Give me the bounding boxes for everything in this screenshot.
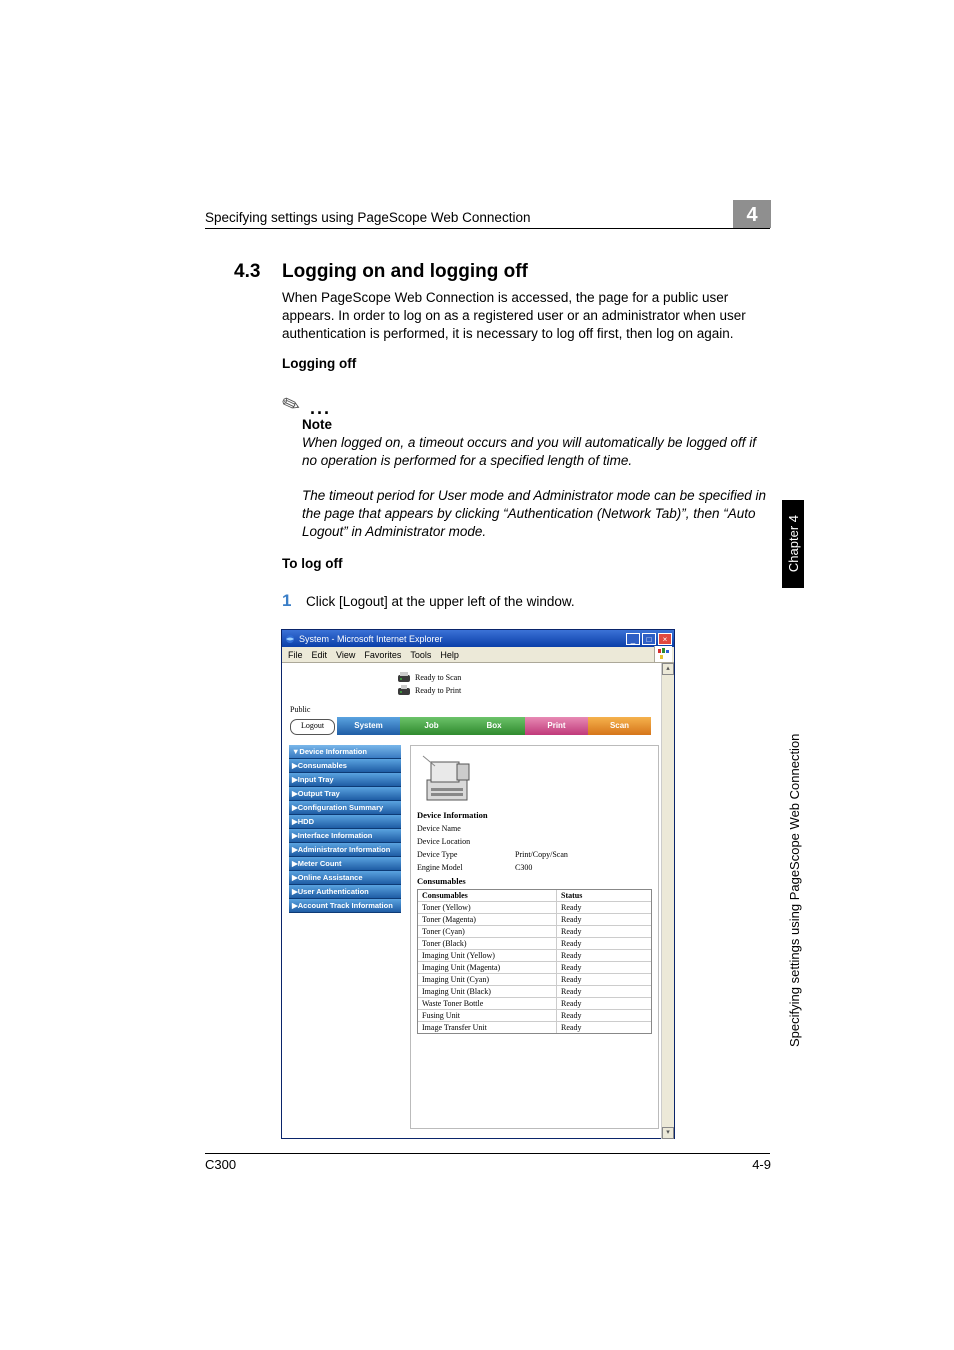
nav-output-tray[interactable]: ▶Output Tray bbox=[289, 787, 401, 801]
nav-hdd[interactable]: ▶HDD bbox=[289, 815, 401, 829]
device-status-block: Ready to Scan Ready to Print bbox=[397, 671, 461, 697]
scanner-icon bbox=[397, 671, 411, 684]
maximize-button[interactable]: □ bbox=[642, 633, 656, 645]
nav-administrator-information[interactable]: ▶Administrator Information bbox=[289, 843, 401, 857]
sidebar-nav: ▼Device Information ▶Consumables ▶Input … bbox=[289, 745, 401, 913]
table-row: Imaging Unit (Cyan)Ready bbox=[418, 973, 651, 985]
scroll-down-button[interactable]: ▾ bbox=[662, 1127, 674, 1139]
tab-scan[interactable]: Scan bbox=[588, 717, 651, 735]
vertical-scrollbar[interactable]: ▴ ▾ bbox=[661, 663, 674, 1139]
tab-job[interactable]: Job bbox=[400, 717, 463, 735]
nav-user-authentication[interactable]: ▶User Authentication bbox=[289, 885, 401, 899]
table-header-row: Consumables Status bbox=[418, 890, 651, 901]
side-running-text: Specifying settings using PageScope Web … bbox=[787, 640, 802, 1140]
window-title: System - Microsoft Internet Explorer bbox=[299, 634, 626, 644]
info-row-device-type: Device Type Print/Copy/Scan bbox=[411, 848, 658, 861]
info-key: Device Name bbox=[417, 824, 515, 833]
table-row: Imaging Unit (Black)Ready bbox=[418, 985, 651, 997]
nav-online-assistance[interactable]: ▶Online Assistance bbox=[289, 871, 401, 885]
tab-system[interactable]: System bbox=[337, 717, 400, 735]
device-info-heading: Device Information bbox=[411, 808, 658, 822]
logout-button[interactable]: Logout bbox=[290, 719, 335, 735]
intro-paragraph: When PageScope Web Connection is accesse… bbox=[282, 289, 772, 344]
note-text-2: The timeout period for User mode and Adm… bbox=[302, 487, 770, 542]
table-row: Imaging Unit (Magenta)Ready bbox=[418, 961, 651, 973]
info-row-device-location: Device Location bbox=[411, 835, 658, 848]
table-row: Waste Toner BottleReady bbox=[418, 997, 651, 1009]
menu-file[interactable]: File bbox=[288, 650, 303, 660]
public-label: Public bbox=[290, 705, 310, 714]
info-key: Device Location bbox=[417, 837, 515, 846]
info-row-device-name: Device Name bbox=[411, 822, 658, 835]
nav-meter-count[interactable]: ▶Meter Count bbox=[289, 857, 401, 871]
menu-tools[interactable]: Tools bbox=[410, 650, 431, 660]
nav-consumables[interactable]: ▶Consumables bbox=[289, 759, 401, 773]
table-row: Toner (Cyan)Ready bbox=[418, 925, 651, 937]
device-illustration bbox=[419, 750, 477, 806]
section-title: Logging on and logging off bbox=[282, 261, 528, 283]
th-consumables: Consumables bbox=[418, 890, 557, 901]
step-text: Click [Logout] at the upper left of the … bbox=[306, 593, 575, 611]
nav-input-tray[interactable]: ▶Input Tray bbox=[289, 773, 401, 787]
section-number: 4.3 bbox=[234, 261, 260, 283]
ie-throbber-icon bbox=[654, 646, 672, 662]
minimize-button[interactable]: _ bbox=[626, 633, 640, 645]
chapter-thumb-label: Chapter 4 bbox=[786, 515, 801, 572]
info-value: C300 bbox=[515, 863, 532, 872]
note-text-1: When logged on, a timeout occurs and you… bbox=[302, 434, 770, 470]
subhead-to-log-off: To log off bbox=[282, 556, 342, 571]
subhead-logging-off: Logging off bbox=[282, 356, 356, 371]
main-content-panel: Device Information Device Name Device Lo… bbox=[410, 745, 659, 1129]
info-key: Device Type bbox=[417, 850, 515, 859]
table-row: Toner (Magenta)Ready bbox=[418, 913, 651, 925]
step-number: 1 bbox=[282, 591, 291, 611]
menu-favorites[interactable]: Favorites bbox=[364, 650, 401, 660]
nav-account-track-information[interactable]: ▶Account Track Information bbox=[289, 899, 401, 913]
scroll-up-button[interactable]: ▴ bbox=[662, 663, 674, 675]
menu-edit[interactable]: Edit bbox=[312, 650, 328, 660]
window-buttons: _ □ × bbox=[626, 633, 672, 645]
window-titlebar: System - Microsoft Internet Explorer _ □… bbox=[282, 630, 674, 647]
tab-print[interactable]: Print bbox=[525, 717, 588, 735]
browser-content: ▴ ▾ Ready to Scan Ready to Print Publ bbox=[282, 663, 674, 1139]
menu-help[interactable]: Help bbox=[440, 650, 459, 660]
table-row: Imaging Unit (Yellow)Ready bbox=[418, 949, 651, 961]
nav-device-information[interactable]: ▼Device Information bbox=[289, 745, 401, 759]
consumables-heading: Consumables bbox=[411, 874, 658, 888]
note-icon: ✎ bbox=[278, 390, 304, 421]
browser-window: System - Microsoft Internet Explorer _ □… bbox=[281, 629, 675, 1139]
printer-icon bbox=[397, 684, 411, 697]
footer-model: C300 bbox=[205, 1157, 236, 1172]
th-status: Status bbox=[557, 890, 651, 901]
info-row-engine-model: Engine Model C300 bbox=[411, 861, 658, 874]
nav-interface-information[interactable]: ▶Interface Information bbox=[289, 829, 401, 843]
running-head: Specifying settings using PageScope Web … bbox=[205, 209, 530, 227]
note-label: Note bbox=[302, 417, 332, 432]
ie-icon bbox=[284, 633, 296, 645]
footer-rule bbox=[205, 1153, 770, 1154]
close-button[interactable]: × bbox=[658, 633, 672, 645]
menu-view[interactable]: View bbox=[336, 650, 355, 660]
status-print-label: Ready to Print bbox=[415, 686, 461, 695]
tab-box[interactable]: Box bbox=[463, 717, 525, 735]
main-tabs: System Job Box Print Scan bbox=[337, 717, 651, 735]
table-row: Toner (Black)Ready bbox=[418, 937, 651, 949]
header-rule bbox=[205, 228, 770, 229]
table-row: Toner (Yellow)Ready bbox=[418, 901, 651, 913]
table-row: Fusing UnitReady bbox=[418, 1009, 651, 1021]
chapter-badge: 4 bbox=[733, 200, 771, 228]
footer-page-number: 4-9 bbox=[752, 1157, 771, 1172]
table-row: Image Transfer UnitReady bbox=[418, 1021, 651, 1033]
consumables-table: Consumables Status Toner (Yellow)Ready T… bbox=[417, 889, 652, 1034]
nav-configuration-summary[interactable]: ▶Configuration Summary bbox=[289, 801, 401, 815]
chapter-thumb-tab: Chapter 4 bbox=[782, 500, 804, 588]
browser-menubar: File Edit View Favorites Tools Help bbox=[282, 647, 674, 663]
info-value: Print/Copy/Scan bbox=[515, 850, 568, 859]
status-scan-label: Ready to Scan bbox=[415, 673, 461, 682]
info-key: Engine Model bbox=[417, 863, 515, 872]
note-dots: ... bbox=[310, 398, 331, 419]
